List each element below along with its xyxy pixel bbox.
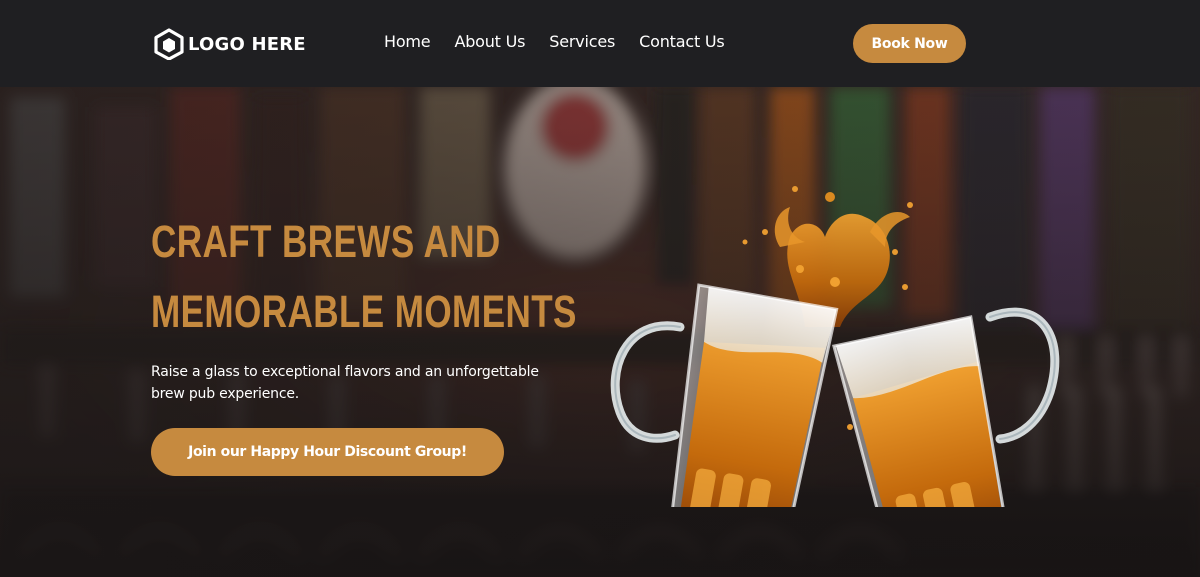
nav-about-us[interactable]: About Us xyxy=(454,32,525,51)
nav-services[interactable]: Services xyxy=(549,32,615,51)
book-now-button[interactable]: Book Now xyxy=(853,24,966,63)
hexagon-logo-icon xyxy=(154,28,184,60)
subtext-line-2: brew pub experience. xyxy=(151,386,299,402)
main-nav: Home About Us Services Contact Us xyxy=(384,32,725,51)
happy-hour-signup-button[interactable]: Join our Happy Hour Discount Group! xyxy=(151,428,504,476)
logo-text: LOGO HERE xyxy=(188,33,306,55)
subtext-line-1: Raise a glass to exceptional flavors and… xyxy=(151,364,539,380)
hero-section: CRAFT BREWS AND MEMORABLE MOMENTS Raise … xyxy=(0,87,1200,577)
headline-line-1: CRAFT BREWS AND xyxy=(151,216,501,267)
logo[interactable]: LOGO HERE xyxy=(154,28,306,60)
nav-contact-us[interactable]: Contact Us xyxy=(639,32,725,51)
nav-home[interactable]: Home xyxy=(384,32,431,51)
beer-mugs-image xyxy=(610,186,1060,507)
hero-subtext: Raise a glass to exceptional flavors and… xyxy=(151,361,571,405)
hero-headline: CRAFT BREWS AND MEMORABLE MOMENTS xyxy=(151,207,577,347)
site-header: LOGO HERE Home About Us Services Contact… xyxy=(0,0,1200,87)
headline-line-2: MEMORABLE MOMENTS xyxy=(151,286,577,337)
